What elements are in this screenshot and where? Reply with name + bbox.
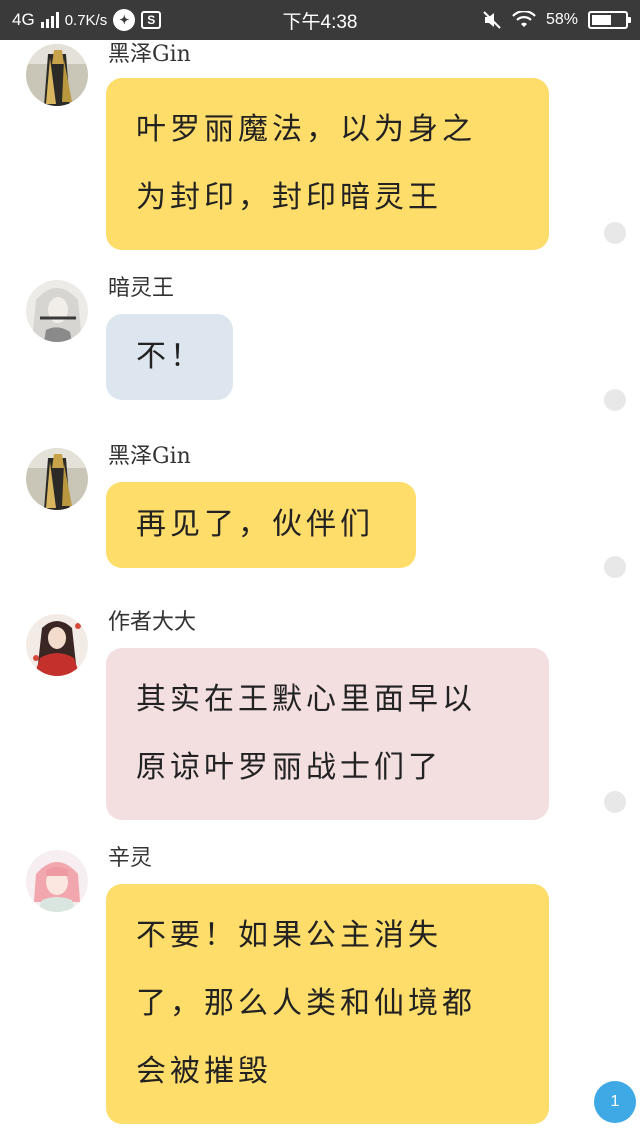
battery-percent: 58% xyxy=(545,11,578,28)
read-status-icon xyxy=(604,791,626,813)
status-bar: 4G 0.7K/s ✦ S 下午4:38 58% xyxy=(0,0,640,40)
avatar[interactable] xyxy=(26,614,88,676)
message-line: 为封印，封印暗灵王 xyxy=(136,180,442,215)
mute-icon xyxy=(483,11,501,29)
unread-count: 1 xyxy=(610,1093,620,1110)
sender-name: 暗灵王 xyxy=(108,276,175,301)
signal-icon xyxy=(40,12,59,28)
battery-level xyxy=(592,15,611,25)
status-bar-left: 4G 0.7K/s ✦ S xyxy=(12,0,162,40)
message-line: 了，那么人类和仙境都 xyxy=(136,986,476,1021)
message-line: 叶罗丽魔法，以为身之 xyxy=(136,112,476,147)
battery-icon xyxy=(588,11,631,29)
read-status-icon xyxy=(604,222,626,244)
sender-name: 黑泽Gin xyxy=(108,42,191,67)
message-bubble[interactable]: 叶罗丽魔法，以为身之 为封印，封印暗灵王 xyxy=(106,78,549,250)
message-line: 原谅叶罗丽战士们了 xyxy=(136,750,442,785)
chat-list[interactable]: 黑泽Gin 叶罗丽魔法，以为身之 为封印，封印暗灵王 暗灵王 不！ 黑泽Gin … xyxy=(0,40,640,1138)
chat-screen: 4G 0.7K/s ✦ S 下午4:38 58% 黑泽Gin 叶罗丽魔法，以为身… xyxy=(0,0,640,1138)
sender-name: 黑泽Gin xyxy=(108,444,191,469)
status-bar-right: 58% xyxy=(482,0,631,40)
message-bubble[interactable]: 其实在王默心里面早以 原谅叶罗丽战士们了 xyxy=(106,648,549,820)
network-type: 4G xyxy=(12,10,35,29)
read-status-icon xyxy=(604,389,626,411)
sender-name: 作者大大 xyxy=(108,610,197,635)
message-bubble[interactable]: 不要！如果公主消失 了，那么人类和仙境都 会被摧毁 xyxy=(106,884,549,1124)
message-line: 不！ xyxy=(136,339,204,374)
message-line: 会被摧毁 xyxy=(136,1054,272,1089)
read-status-icon xyxy=(604,556,626,578)
unread-count-button[interactable]: 1 xyxy=(594,1081,636,1123)
sender-name: 辛灵 xyxy=(108,846,153,871)
avatar[interactable] xyxy=(26,280,88,342)
message-line: 其实在王默心里面早以 xyxy=(136,682,476,717)
message-line: 再见了，伙伴们 xyxy=(136,507,374,542)
message-bubble[interactable]: 不！ xyxy=(106,314,233,400)
messenger-icon: ✦ xyxy=(113,9,136,31)
wifi-icon xyxy=(512,11,536,27)
screenshot-icon: S xyxy=(141,11,162,29)
avatar[interactable] xyxy=(26,448,88,510)
network-speed: 0.7K/s xyxy=(64,11,108,29)
message-line: 不要！如果公主消失 xyxy=(136,918,442,953)
avatar[interactable] xyxy=(26,850,88,912)
message-bubble[interactable]: 再见了，伙伴们 xyxy=(106,482,416,568)
avatar[interactable] xyxy=(26,44,88,106)
